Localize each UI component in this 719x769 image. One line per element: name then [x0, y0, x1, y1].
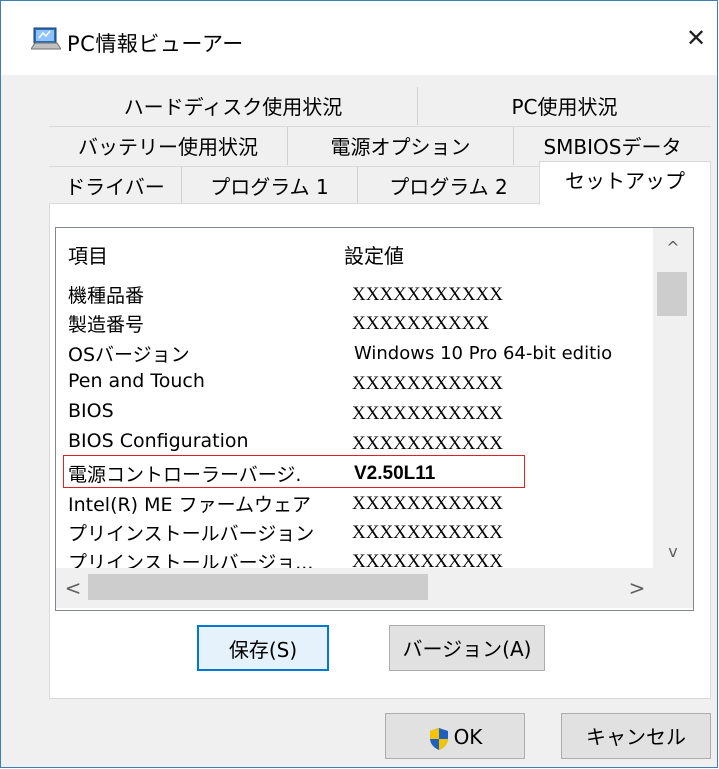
shield-icon [429, 727, 448, 750]
list-row[interactable]: プリインストールバージョン XXXXXXXXXXX [56, 516, 656, 546]
save-button[interactable]: 保存(S) [197, 625, 329, 671]
list-header: 項目 設定値 [56, 228, 656, 268]
ok-button[interactable]: OK [385, 713, 525, 759]
row-item-name: Pen and Touch [68, 370, 205, 392]
highlight-box [63, 455, 525, 488]
tab-power-options[interactable]: 電源オプション [287, 127, 513, 165]
window-title: PC情報ビューアー [67, 32, 244, 56]
close-icon[interactable]: ✕ [681, 23, 711, 53]
tab-battery-usage[interactable]: バッテリー使用状況 [49, 127, 287, 165]
cancel-button[interactable]: キャンセル [561, 713, 711, 759]
tab-program-2[interactable]: プログラム 2 [357, 167, 539, 205]
ok-button-label: OK [453, 725, 483, 749]
list-row[interactable]: 製造番号 XXXXXXXXXX [56, 307, 656, 337]
scroll-up-icon[interactable]: ^ [653, 236, 693, 260]
title-bar: PC情報ビューアー ✕ [1, 1, 717, 75]
column-header-item[interactable]: 項目 [68, 240, 108, 269]
row-item-name: OSバージョン [68, 344, 190, 366]
row-item-name: 製造番号 [68, 314, 145, 336]
settings-list-view[interactable]: 項目 設定値 機種品番 XXXXXXXXXXX 製造番号 XXXXXXXXXX … [55, 227, 694, 611]
version-button[interactable]: バージョン(A) [389, 625, 545, 671]
tab-smbios-data[interactable]: SMBIOSデータ [513, 127, 711, 165]
scroll-right-icon[interactable]: > [622, 574, 652, 602]
dialog-window: PC情報ビューアー ✕ ハードディスク使用状況 PC使用状況 バッテリー使用状況… [0, 0, 718, 768]
row-item-name: BIOS Configuration [68, 430, 249, 452]
row-item-name: Intel(R) ME ファームウェア [68, 494, 311, 516]
vertical-scroll-thumb[interactable] [657, 272, 687, 316]
row-item-value: XXXXXXXXXXX [352, 493, 503, 514]
list-row[interactable]: OSバージョン Windows 10 Pro 64-bit editio [56, 337, 656, 367]
row-item-value: XXXXXXXXXXX [352, 433, 503, 454]
row-item-name: 機種品番 [68, 285, 145, 307]
horizontal-scroll-thumb[interactable] [88, 574, 428, 600]
tab-driver[interactable]: ドライバー [49, 167, 181, 205]
vertical-scrollbar[interactable]: ^ v [653, 228, 693, 568]
row-item-value: XXXXXXXXXXX [352, 403, 503, 424]
tab-program-1[interactable]: プログラム 1 [181, 167, 357, 205]
row-item-value: XXXXXXXXXXX [352, 284, 503, 305]
tab-harddisk-usage[interactable]: ハードディスク使用状況 [49, 87, 417, 125]
row-item-name: BIOS [68, 400, 114, 422]
scroll-left-icon[interactable]: < [58, 574, 88, 602]
list-row[interactable]: Intel(R) ME ファームウェア XXXXXXXXXXX [56, 487, 656, 517]
row-item-value: XXXXXXXXXXX [352, 522, 503, 543]
row-item-value: XXXXXXXXXX [352, 313, 490, 334]
horizontal-scrollbar[interactable]: < > [56, 568, 653, 608]
list-row[interactable]: BIOS Configuration XXXXXXXXXXX [56, 427, 656, 457]
scrollbar-corner [653, 568, 693, 608]
pc-info-app-icon [31, 27, 61, 50]
list-row[interactable]: 機種品番 XXXXXXXXXXX [56, 278, 656, 308]
row-item-value: Windows 10 Pro 64-bit editio [354, 343, 613, 364]
row-item-value: XXXXXXXXXXX [352, 373, 503, 394]
list-row[interactable]: Pen and Touch XXXXXXXXXXX [56, 367, 656, 397]
tab-pc-usage[interactable]: PC使用状況 [417, 87, 711, 125]
row-item-name: プリインストールバージョン [68, 523, 315, 545]
scroll-down-icon[interactable]: v [653, 540, 693, 564]
column-header-value[interactable]: 設定値 [344, 240, 404, 269]
tab-setup[interactable]: セットアップ [539, 161, 711, 205]
list-row[interactable]: BIOS XXXXXXXXXXX [56, 397, 656, 427]
